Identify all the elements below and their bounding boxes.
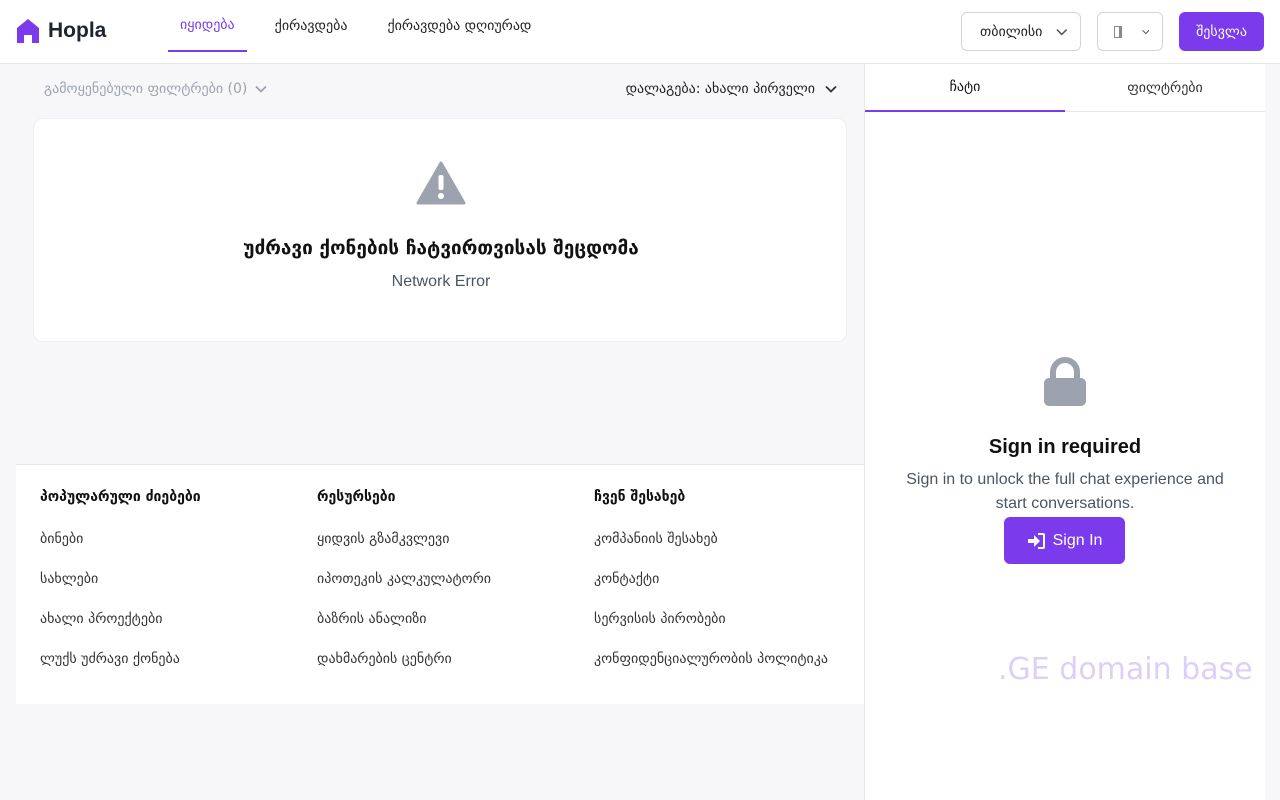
watermark-text: .GE domain base bbox=[998, 652, 1253, 687]
footer-link[interactable]: ყიდვის გზამკვლევი bbox=[317, 531, 491, 547]
error-title: უძრავი ქონების ჩატვირთვისას შეცდომა bbox=[243, 237, 639, 259]
signin-title: Sign in required bbox=[988, 436, 1142, 458]
footer-link[interactable]: ბინები bbox=[40, 531, 201, 547]
nav-tab-daily-rent[interactable]: ქირავდება დღიურად bbox=[375, 0, 543, 52]
footer-link[interactable]: დახმარების ცენტრი bbox=[317, 651, 491, 667]
applied-filters-label: გამოყენებული ფილტრები (0) bbox=[44, 81, 248, 97]
sign-in-button-label: Sign In bbox=[1052, 531, 1103, 549]
error-card: უძრავი ქონების ჩატვირთვისას შეცდომა Netw… bbox=[33, 118, 847, 342]
warning-icon bbox=[416, 161, 466, 205]
city-select-value: თბილისი bbox=[980, 23, 1043, 40]
sort-dropdown[interactable]: დალაგება: ახალი პირველი bbox=[626, 81, 837, 97]
error-message: Network Error bbox=[391, 273, 491, 290]
footer-link[interactable]: ბაზრის ანალიზი bbox=[317, 611, 491, 627]
footer-column-about: ჩვენ შესახებ კომპანიის შესახებ კონტაქტი … bbox=[594, 489, 828, 691]
chevron-down-icon bbox=[1142, 29, 1150, 34]
footer-column-popular: პოპულარული ძიებები ბინები სახლები ახალი … bbox=[40, 489, 201, 691]
lock-icon bbox=[1044, 357, 1086, 406]
footer: პოპულარული ძიებები ბინები სახლები ახალი … bbox=[16, 464, 864, 704]
panel-tabs: ჩატი ფილტრები bbox=[865, 64, 1265, 112]
logo-text: Hopla bbox=[48, 19, 107, 42]
signin-description: Sign in to unlock the full chat experien… bbox=[906, 471, 1224, 512]
nav-tab-buy[interactable]: იყიდება bbox=[168, 0, 247, 52]
side-panel: ჩატი ფილტრები Sign in required Sign in t… bbox=[865, 64, 1265, 800]
language-flag-icon bbox=[1114, 25, 1123, 38]
footer-column-resources: რესურსები ყიდვის გზამკვლევი იპოთეკის კალ… bbox=[317, 489, 491, 691]
language-select[interactable] bbox=[1097, 12, 1163, 51]
footer-column-title: პოპულარული ძიებები bbox=[40, 489, 201, 505]
tab-chat[interactable]: ჩატი bbox=[865, 64, 1065, 112]
footer-link[interactable]: კონფიდენციალურობის პოლიტიკა bbox=[594, 651, 828, 667]
footer-column-title: რესურსები bbox=[317, 489, 396, 505]
nav-tab-rent[interactable]: ქირავდება bbox=[263, 0, 360, 52]
sign-in-icon bbox=[1027, 532, 1045, 549]
footer-link[interactable]: კონტაქტი bbox=[594, 571, 828, 587]
logo[interactable]: Hopla bbox=[16, 18, 106, 44]
home-logo-icon bbox=[17, 19, 39, 43]
footer-link[interactable]: ახალი პროექტები bbox=[40, 611, 201, 627]
tab-filters[interactable]: ფილტრები bbox=[1065, 64, 1265, 112]
chevron-down-icon bbox=[255, 85, 268, 93]
main-nav: იყიდება ქირავდება ქირავდება დღიურად bbox=[168, 0, 559, 64]
chevron-down-icon bbox=[825, 85, 837, 93]
footer-link[interactable]: ლუქს უძრავი ქონება bbox=[40, 651, 201, 667]
footer-link[interactable]: სერვისის პირობები bbox=[594, 611, 828, 627]
footer-link[interactable]: სახლები bbox=[40, 571, 201, 587]
city-select[interactable]: თბილისი bbox=[961, 12, 1081, 51]
sort-label: დალაგება: ახალი პირველი bbox=[625, 81, 815, 97]
chevron-down-icon bbox=[1056, 28, 1068, 36]
sign-in-button[interactable]: Sign In bbox=[1004, 517, 1125, 564]
footer-column-title: ჩვენ შესახებ bbox=[594, 489, 686, 505]
top-header: Hopla იყიდება ქირავდება ქირავდება დღიურა… bbox=[0, 0, 1280, 64]
applied-filters-toggle[interactable]: გამოყენებული ფილტრები (0) bbox=[44, 81, 268, 97]
footer-link[interactable]: იპოთეკის კალკულატორი bbox=[317, 571, 491, 587]
footer-link[interactable]: კომპანიის შესახებ bbox=[594, 531, 828, 547]
login-button[interactable]: შესვლა bbox=[1179, 12, 1264, 51]
